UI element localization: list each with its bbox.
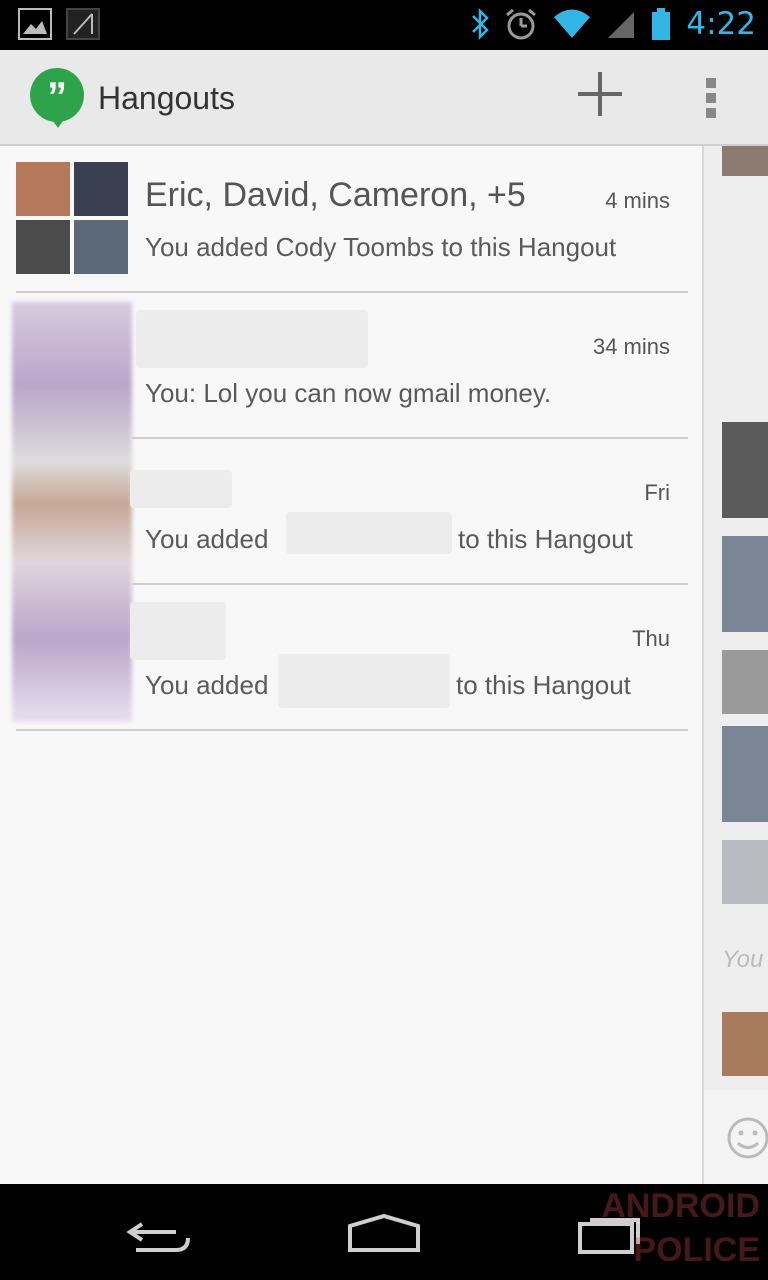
conversation-snippet: You added Cody Toombs to this Hangout <box>145 232 617 262</box>
avatar <box>722 422 768 518</box>
conversation-row[interactable]: Eric, David, Cameron, +5 4 mins You adde… <box>0 146 702 292</box>
status-bar: 4:22 <box>0 0 768 50</box>
redacted-name <box>130 470 232 508</box>
conversation-list: Eric, David, Cameron, +5 4 mins You adde… <box>0 146 702 1184</box>
snippet-suffix: to this Hangout <box>458 524 633 554</box>
avatar <box>722 726 768 822</box>
battery-icon <box>652 8 671 40</box>
clock: 4:22 <box>686 6 756 42</box>
back-icon[interactable] <box>126 1216 196 1256</box>
add-icon[interactable] <box>578 72 622 116</box>
conversation-time: Fri <box>644 480 670 505</box>
chat-panel-peek[interactable]: You <box>702 146 768 1184</box>
snippet-prefix: You added <box>145 524 269 554</box>
redacted-contact <box>286 512 452 554</box>
avatar <box>722 146 768 176</box>
conversation-row[interactable]: Thu You added to this Hangout <box>0 584 702 730</box>
conversation-snippet: You: Lol you can now gmail money. <box>145 378 552 408</box>
conversation-time: Thu <box>632 626 670 651</box>
avatar-tile <box>16 220 70 274</box>
home-icon[interactable] <box>346 1214 422 1254</box>
partial-message-text: You <box>722 946 764 973</box>
conversation-time: 4 mins <box>605 188 670 213</box>
app-title: Hangouts <box>98 80 235 116</box>
conversation-name: Eric, David, Cameron, +5 <box>145 176 526 214</box>
smiley-icon[interactable] <box>726 1116 768 1160</box>
conversation-row[interactable]: 34 mins You: Lol you can now gmail money… <box>0 292 702 438</box>
redacted-name <box>130 602 226 660</box>
redacted-contact <box>278 654 450 708</box>
navigation-bar: ANDROID POLICE <box>0 1184 768 1280</box>
signal-icon <box>66 8 100 40</box>
cell-signal-icon <box>608 12 635 38</box>
alarm-icon <box>506 8 537 40</box>
avatar <box>722 536 768 632</box>
avatar <box>722 650 768 714</box>
redacted-name <box>136 310 368 368</box>
hangouts-logo-icon[interactable]: ” <box>30 68 84 128</box>
image-icon <box>18 8 52 40</box>
avatar <box>722 1012 768 1076</box>
watermark: ANDROID POLICE <box>601 1187 760 1269</box>
snippet-prefix: You added <box>145 670 269 700</box>
avatar-tile <box>74 220 128 274</box>
conversation-time: 34 mins <box>592 334 670 359</box>
divider <box>16 729 688 731</box>
wifi-icon <box>554 9 591 38</box>
compose-area[interactable] <box>704 1090 768 1184</box>
avatar <box>722 840 768 904</box>
conversation-row[interactable]: Fri You added to this Hangout <box>0 438 702 584</box>
avatar-tile <box>74 162 128 216</box>
avatar-tile <box>16 162 70 216</box>
snippet-suffix: to this Hangout <box>456 670 631 700</box>
bluetooth-icon <box>472 7 490 41</box>
overflow-menu-icon[interactable] <box>700 76 724 120</box>
